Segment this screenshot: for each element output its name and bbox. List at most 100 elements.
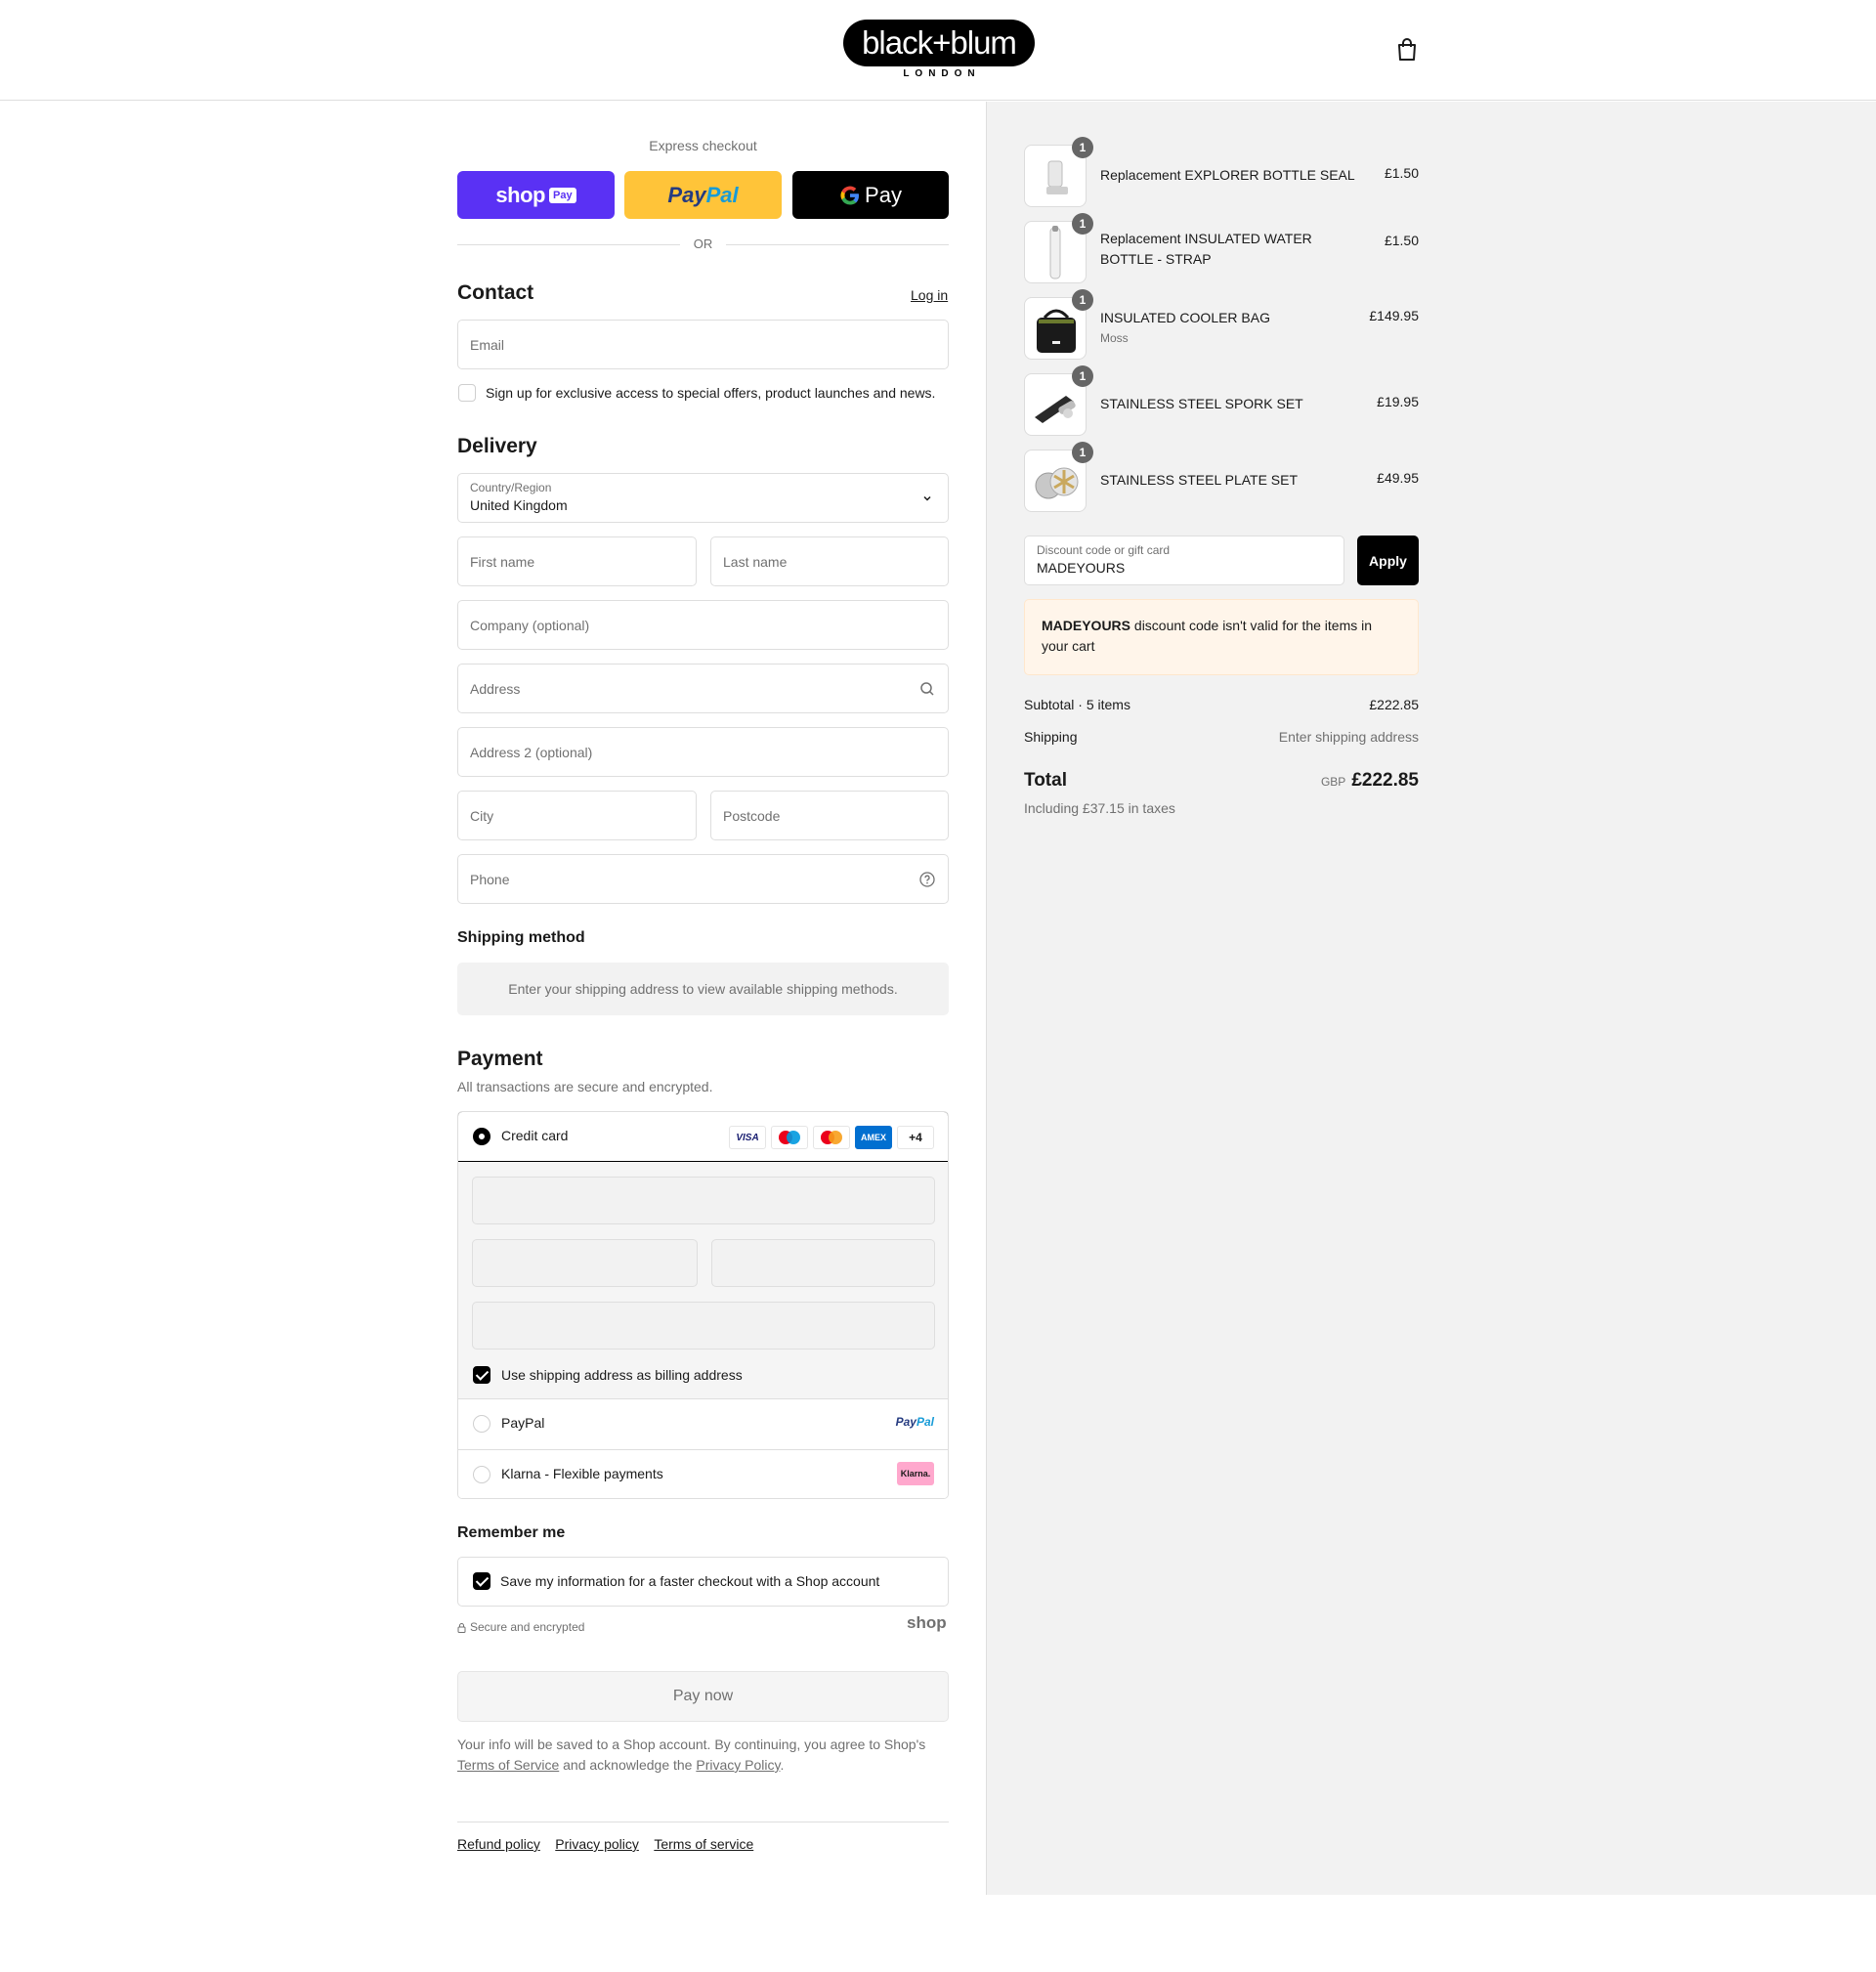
quantity-badge: 1 xyxy=(1072,442,1093,463)
order-summary-panel xyxy=(986,102,1876,1895)
maestro-icon xyxy=(771,1126,808,1149)
country-label: Country/Region xyxy=(470,481,552,494)
phone-field[interactable]: Phone xyxy=(457,854,949,904)
email-placeholder: Email xyxy=(470,336,505,353)
country-value: United Kingdom xyxy=(470,497,568,513)
remember-me-title: Remember me xyxy=(457,1524,566,1541)
shop-privacy-link[interactable]: Privacy Policy xyxy=(696,1757,780,1773)
help-circle-icon[interactable] xyxy=(918,871,936,888)
brand-logo[interactable]: black+blum LONDON xyxy=(843,20,1035,82)
privacy-policy-link[interactable]: Privacy policy xyxy=(555,1836,639,1852)
payment-title: Payment xyxy=(457,1048,543,1070)
express-checkout-title: Express checkout xyxy=(649,138,757,153)
card-number-field[interactable] xyxy=(472,1177,935,1224)
save-info-checkbox[interactable] xyxy=(473,1572,490,1590)
pay-now-button[interactable]: Pay now xyxy=(457,1671,949,1722)
save-info-label: Save my information for a faster checkou… xyxy=(500,1573,880,1589)
payment-methods: Credit card VISA AMEX +4 Use shipping ad… xyxy=(457,1111,949,1499)
shipping-value: Enter shipping address xyxy=(1278,729,1419,745)
log-in-link[interactable]: Log in xyxy=(911,287,948,303)
credit-card-radio[interactable] xyxy=(473,1128,490,1145)
quantity-badge: 1 xyxy=(1072,365,1093,387)
card-name-field[interactable] xyxy=(472,1302,935,1350)
paypal-radio[interactable] xyxy=(473,1415,490,1433)
refund-policy-link[interactable]: Refund policy xyxy=(457,1836,540,1852)
last-name-field[interactable]: Last name xyxy=(710,536,949,586)
credit-card-label: Credit card xyxy=(501,1128,569,1143)
card-expiry-field[interactable] xyxy=(472,1239,698,1287)
payment-subtitle: All transactions are secure and encrypte… xyxy=(457,1079,713,1094)
remember-me-box: Save my information for a faster checkou… xyxy=(457,1557,949,1607)
klarna-option[interactable]: Klarna - Flexible payments Klarna. xyxy=(458,1449,948,1498)
email-field[interactable]: Email xyxy=(457,320,949,369)
discount-error-banner: MADEYOURS discount code isn't valid for … xyxy=(1024,599,1419,675)
google-g-icon xyxy=(840,186,860,205)
first-name-field[interactable]: First name xyxy=(457,536,697,586)
country-select[interactable]: Country/Region United Kingdom xyxy=(457,473,949,523)
address2-field[interactable]: Address 2 (optional) xyxy=(457,727,949,777)
address-field[interactable]: Address xyxy=(457,664,949,713)
site-header: black+blum LONDON xyxy=(0,0,1876,101)
or-label: OR xyxy=(693,236,713,251)
google-pay-label: Pay xyxy=(865,182,902,207)
item-price: £19.95 xyxy=(1377,394,1419,409)
search-icon[interactable] xyxy=(918,680,936,698)
first-name-placeholder: First name xyxy=(470,553,535,570)
logo-wordmark: black+blum xyxy=(843,20,1035,66)
taxes-note: Including £37.15 in taxes xyxy=(1024,800,1175,816)
city-field[interactable]: City xyxy=(457,791,697,840)
phone-placeholder: Phone xyxy=(470,871,510,887)
product-thumbnail: 1 xyxy=(1024,365,1093,436)
quantity-badge: 1 xyxy=(1072,213,1093,235)
billing-same-checkbox[interactable] xyxy=(473,1366,490,1384)
paypal-option[interactable]: PayPal PayPal xyxy=(458,1399,948,1449)
product-thumbnail: 1 xyxy=(1024,137,1093,207)
delivery-title: Delivery xyxy=(457,435,537,457)
item-name: STAINLESS STEEL SPORK SET xyxy=(1100,396,1303,411)
postcode-field[interactable]: Postcode xyxy=(710,791,949,840)
subtotal-label: Subtotal · 5 items xyxy=(1024,697,1130,712)
product-thumbnail: 1 xyxy=(1024,442,1093,512)
discount-value: MADEYOURS xyxy=(1037,560,1126,576)
apply-discount-button[interactable]: Apply xyxy=(1357,536,1419,585)
logo-subtitle: LONDON xyxy=(903,68,981,79)
google-pay-button[interactable]: Pay xyxy=(792,171,949,219)
legal-text: Your info will be saved to a Shop accoun… xyxy=(457,1735,949,1776)
lock-icon xyxy=(457,1622,466,1633)
terms-of-service-link[interactable]: Terms of service xyxy=(654,1836,753,1852)
shop-terms-link[interactable]: Terms of Service xyxy=(457,1757,559,1773)
address2-placeholder: Address 2 (optional) xyxy=(470,744,593,760)
item-price: £1.50 xyxy=(1384,233,1419,248)
newsletter-checkbox[interactable] xyxy=(458,384,476,402)
company-field[interactable]: Company (optional) xyxy=(457,600,949,650)
paypal-label: PayPal xyxy=(501,1415,545,1431)
item-price: £1.50 xyxy=(1384,165,1419,181)
shop-pay-wordmark: shop xyxy=(495,182,545,207)
currency-code: GBP xyxy=(1320,775,1346,789)
company-placeholder: Company (optional) xyxy=(470,617,590,633)
shipping-row: Shipping Enter shipping address xyxy=(1024,729,1419,745)
item-price: £49.95 xyxy=(1377,470,1419,486)
credit-card-option[interactable]: Credit card VISA AMEX +4 xyxy=(458,1112,948,1162)
item-name: STAINLESS STEEL PLATE SET xyxy=(1100,472,1299,488)
footer-links: Refund policy Privacy policy Terms of se… xyxy=(457,1836,764,1854)
discount-label: Discount code or gift card xyxy=(1037,543,1171,557)
chevron-down-icon xyxy=(923,495,931,501)
postcode-placeholder: Postcode xyxy=(723,807,781,824)
total-value: £222.85 xyxy=(1351,770,1419,791)
credit-card-form: Use shipping address as billing address xyxy=(458,1162,948,1399)
paypal-express-button[interactable]: PayPal xyxy=(624,171,782,219)
card-cvv-field[interactable] xyxy=(711,1239,935,1287)
amex-icon: AMEX xyxy=(855,1126,892,1149)
quantity-badge: 1 xyxy=(1072,289,1093,311)
klarna-radio[interactable] xyxy=(473,1466,490,1483)
discount-code-field[interactable]: Discount code or gift card MADEYOURS xyxy=(1024,536,1344,585)
total-row: Total GBP £222.85 xyxy=(1024,770,1419,792)
shipping-method-message: Enter your shipping address to view avai… xyxy=(457,963,949,1015)
newsletter-label: Sign up for exclusive access to special … xyxy=(486,385,936,401)
quantity-badge: 1 xyxy=(1072,137,1093,158)
shopping-bag-icon[interactable] xyxy=(1395,37,1419,63)
klarna-logo-icon: Klarna. xyxy=(897,1462,934,1485)
shop-pay-button[interactable]: shop Pay xyxy=(457,171,615,219)
klarna-label: Klarna - Flexible payments xyxy=(501,1466,663,1481)
